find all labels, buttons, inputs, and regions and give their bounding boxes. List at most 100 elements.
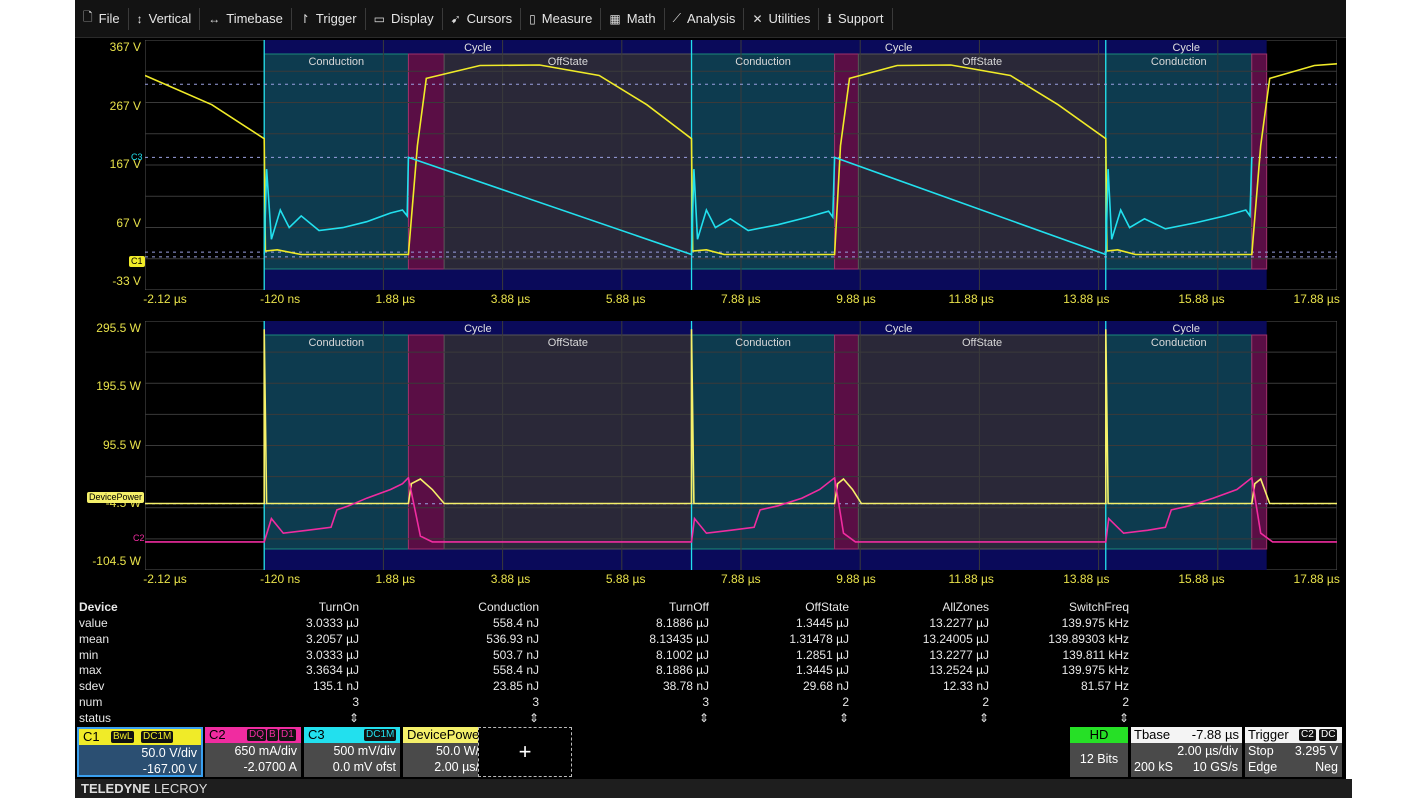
info-icon: ℹ xyxy=(827,11,832,26)
measure-cell: ⇕ xyxy=(978,710,989,725)
measure-cell: 8.1886 µJ xyxy=(656,663,709,678)
zone-label: OffState xyxy=(962,56,1002,68)
menu-math[interactable]: ▦ Math xyxy=(601,7,665,30)
measure-cell: 3.0333 µJ xyxy=(306,616,359,630)
menu-file[interactable]: 🗋 File xyxy=(75,7,129,30)
zone-conduction xyxy=(263,53,409,270)
x-tick-label: 17.88 µs xyxy=(1293,572,1340,586)
zone-conduction xyxy=(263,334,409,550)
hd-bits: 12 Bits xyxy=(1079,752,1119,766)
measure-cell: 1.31478 µJ xyxy=(789,631,849,646)
x-tick-label: 17.88 µs xyxy=(1293,292,1340,306)
menu-label: Measure xyxy=(541,11,593,26)
zone-label: Conduction xyxy=(308,56,364,68)
x-tick-label: -120 ns xyxy=(260,292,301,306)
measure-cell: 8.1002 µJ xyxy=(656,647,709,662)
menu-vertical[interactable]: ↕ Vertical xyxy=(129,7,201,30)
c2-marker[interactable]: C2 xyxy=(131,533,147,544)
y-tick-label: -33 V xyxy=(112,274,141,288)
measure-cell: 13.2277 µJ xyxy=(929,616,989,630)
c3-vdiv: 500 mV/div xyxy=(333,744,396,758)
cycle-label: Cycle xyxy=(1172,42,1200,54)
measure-row-status: status ⇕ ⇕ ⇕ ⇕ ⇕ ⇕ xyxy=(79,710,1129,726)
trigger-level: 3.295 V xyxy=(1294,744,1338,758)
measure-header-row: Device TurnOn Conduction TurnOff OffState All… xyxy=(79,600,1129,615)
measure-column-header: Conduction xyxy=(478,600,539,614)
c2-name: C2 xyxy=(209,727,226,742)
channel-c1-descriptor[interactable]: C1 BwL DC1M 50.0 V/div -167.00 V xyxy=(77,727,203,777)
menu-label: Vertical xyxy=(148,11,192,26)
c1-marker[interactable]: C1 xyxy=(129,256,145,267)
measure-cell: 29.68 nJ xyxy=(802,679,849,694)
zone-offstate xyxy=(857,334,1107,550)
measure-cell: 12.33 nJ xyxy=(942,679,989,694)
zone-label: OffState xyxy=(548,337,588,349)
x-tick-label: 5.88 µs xyxy=(605,292,646,306)
zone-label: Conduction xyxy=(1151,337,1207,349)
timebase-descriptor[interactable]: Tbase -7.88 µs 2.00 µs/div 200 kS 10 GS/… xyxy=(1131,727,1242,777)
display-icon: ▭ xyxy=(373,11,385,26)
measure-row-label: min xyxy=(79,647,99,662)
measure-cell: 1.3445 µJ xyxy=(796,616,849,630)
devicepower-marker[interactable]: DevicePower xyxy=(87,492,145,503)
c1-bwl-tag: BwL xyxy=(111,731,135,743)
menu-analysis[interactable]: ⟋ Analysis xyxy=(665,7,745,30)
c1-vdiv: 50.0 V/div xyxy=(141,746,197,760)
menu-utilities[interactable]: ✕ Utilities xyxy=(744,7,820,30)
cycle-label: Cycle xyxy=(885,323,913,335)
devicepower-name: DevicePower xyxy=(407,727,484,742)
measure-cell: 3 xyxy=(702,695,709,709)
menu-display[interactable]: ▭ Display xyxy=(366,7,443,30)
measure-cell: 13.24005 µJ xyxy=(922,631,989,646)
zone-conduction xyxy=(1105,53,1253,270)
calculator-icon: ▦ xyxy=(609,11,621,26)
trigger-descriptor[interactable]: Trigger C2 DC Stop 3.295 V Edge Neg xyxy=(1245,727,1342,777)
add-trace-button[interactable]: + xyxy=(478,727,572,777)
x-tick-label: 7.88 µs xyxy=(721,292,761,306)
channel-c3-descriptor[interactable]: C3 DC1M 500 mV/div 0.0 mV ofst xyxy=(304,727,400,777)
c3-marker[interactable]: C3 xyxy=(129,152,145,163)
measure-cell: 503.7 nJ xyxy=(492,647,539,662)
measure-row-label: mean xyxy=(79,631,110,646)
measure-cell: ⇕ xyxy=(698,710,709,725)
measure-cell: 139.89303 kHz xyxy=(1048,631,1129,646)
c1-offset: -167.00 V xyxy=(142,762,197,776)
measure-cell: 139.811 kHz xyxy=(1062,647,1130,662)
c3-coupling-tag: DC1M xyxy=(364,729,397,741)
measure-cell: 2 xyxy=(842,695,849,709)
hd-descriptor[interactable]: HD 12 Bits xyxy=(1070,727,1128,777)
measure-cell: 139.975 kHz xyxy=(1061,616,1129,630)
menu-label: File xyxy=(98,11,120,26)
measure-cell: 139.975 kHz xyxy=(1061,663,1129,678)
c2-d1-tag: D1 xyxy=(279,729,296,741)
menu-support[interactable]: ℹ Support xyxy=(819,7,893,30)
measure-row-label: status xyxy=(79,710,112,725)
x-tick-label: 5.88 µs xyxy=(605,572,646,586)
zone-turnoff xyxy=(834,334,859,550)
menu-label: Timebase xyxy=(226,11,283,26)
brand-footer: TELEDYNE LECROY xyxy=(75,779,1352,798)
menu-label: Cursors xyxy=(466,11,513,26)
power-grid[interactable]: Cycle Cycle Cycle Conduction OffState Conduct… xyxy=(145,321,1337,570)
measure-cell: 8.13435 µJ xyxy=(649,631,709,646)
measure-cell: 3.0333 µJ xyxy=(306,647,359,662)
y-tick-label: 295.5 W xyxy=(96,321,141,335)
x-tick-label: 11.88 µs xyxy=(948,292,994,306)
channel-bar: C1 BwL DC1M 50.0 V/div -167.00 V C2 DQ B… xyxy=(75,727,1346,777)
channel-c2-descriptor[interactable]: C2 DQ B D1 650 mA/div -2.0700 A xyxy=(205,727,301,777)
measure-cell: 2 xyxy=(1122,695,1129,709)
c1-name: C1 xyxy=(83,729,100,744)
menu-measure[interactable]: ▯ Measure xyxy=(521,7,602,30)
voltage-grid[interactable]: Cycle Cycle Cycle Conduction OffState Conduct… xyxy=(145,40,1337,290)
c2-offset: -2.0700 A xyxy=(243,760,297,774)
x-tick-label: 9.88 µs xyxy=(836,572,876,586)
c3-offset: 0.0 mV ofst xyxy=(332,760,396,774)
menu-trigger[interactable]: ↾ Trigger xyxy=(292,7,366,30)
x-tick-label: 1.88 µs xyxy=(375,572,416,586)
cycle-label: Cycle xyxy=(464,323,492,335)
plus-icon: + xyxy=(518,739,532,764)
menu-cursors[interactable]: ➹ Cursors xyxy=(443,7,522,30)
menu-timebase[interactable]: ↔ Timebase xyxy=(200,7,292,30)
trigger-source: C2 xyxy=(1299,729,1316,741)
x-tick-label: 3.88 µs xyxy=(490,292,531,306)
